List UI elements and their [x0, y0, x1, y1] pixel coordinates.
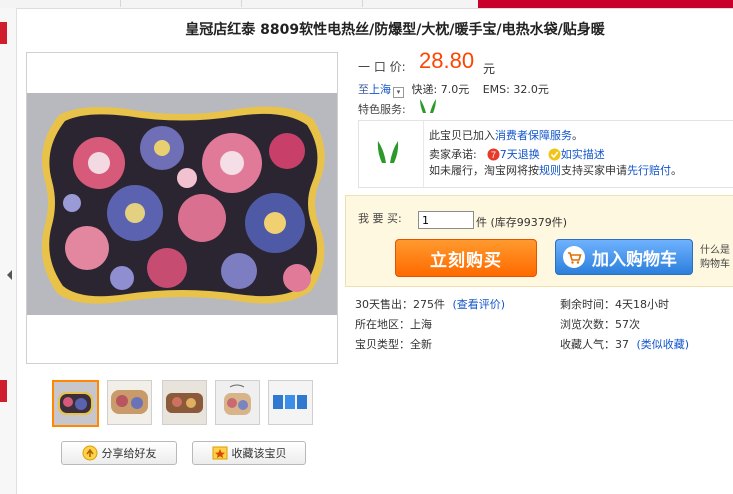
thumbnail-image: [163, 381, 206, 424]
top-nav-tab[interactable]: [0, 0, 121, 7]
shipping-row: 至上海 ▾ 快递: 7.0元 EMS: 32.0元: [358, 81, 549, 98]
view-count: 浏览次数：57次: [560, 318, 640, 331]
return-7days-icon: 7: [487, 148, 500, 160]
favorite-count: 收藏人气：37: [560, 338, 629, 351]
thumbnail-image: [54, 382, 97, 425]
thumbnail-1[interactable]: [52, 380, 99, 427]
thumbnail-image: [216, 381, 259, 424]
guarantee-line-3: 如未履行，淘宝网将按规则支持买家申请先行赔付。: [429, 162, 682, 178]
ems-fee: EMS: 32.0元: [482, 83, 549, 96]
main-product-image[interactable]: [26, 52, 338, 364]
guarantee-box: 此宝贝已加入消费者保障服务。 卖家承诺: 7 7天退换 如实描述 如未履行，淘宝…: [358, 120, 733, 188]
price-value: 28.80: [419, 48, 475, 73]
guarantee-text: 支持买家申请: [561, 164, 627, 177]
collapse-arrow-icon[interactable]: [7, 270, 12, 280]
thumbnail-2[interactable]: [107, 380, 152, 425]
advance-compensation-link[interactable]: 先行赔付: [627, 164, 671, 177]
buy-now-button[interactable]: 立刻购买: [395, 239, 537, 277]
quantity-label: 我 要 买:: [358, 212, 402, 225]
promise-label: 卖家承诺:: [429, 148, 477, 161]
favorite-stats: 收藏人气：37 (类似收藏): [560, 336, 689, 352]
quantity-input[interactable]: [418, 211, 474, 229]
favorite-button[interactable]: 收藏该宝贝: [192, 441, 306, 465]
guarantee-text: 如未履行，淘宝网将按: [429, 164, 539, 177]
top-nav-tab[interactable]: [363, 0, 479, 7]
product-title: 皇冠店红泰 8809软性电热丝/防爆型/大枕/暖手宝/电热水袋/贴身暖: [185, 22, 605, 38]
shipping-location-select[interactable]: 上海: [369, 83, 391, 96]
what-is-cart-text: 购物车: [700, 259, 730, 270]
accurate-description-icon: [548, 148, 561, 160]
stats-sold: 30天售出：275件 (查看评价): [355, 296, 505, 312]
svg-text:7: 7: [491, 150, 496, 160]
thumbnail-image: [269, 381, 312, 424]
consumer-protection-link[interactable]: 消费者保障服务: [495, 129, 572, 142]
dropdown-icon[interactable]: ▾: [393, 87, 404, 98]
region: 所在地区：上海: [355, 318, 432, 331]
thumbnail-5[interactable]: [268, 380, 313, 425]
accurate-description-link[interactable]: 如实描述: [561, 146, 605, 162]
top-nav-active-tab[interactable]: [478, 0, 733, 8]
quantity-unit: 件: [476, 216, 487, 229]
what-is-cart-text: 什么是: [700, 245, 730, 256]
top-nav-tab[interactable]: [242, 0, 363, 7]
cart-icon: [563, 246, 585, 268]
share-button[interactable]: 分享给好友: [61, 441, 177, 465]
similar-favorites-link[interactable]: (类似收藏): [637, 338, 690, 351]
top-nav-tab[interactable]: [121, 0, 242, 7]
rules-link[interactable]: 规则: [539, 164, 561, 177]
favorite-icon: [212, 446, 227, 460]
price-unit: 元: [483, 62, 496, 76]
shipping-to-label: 至: [358, 83, 369, 96]
express-fee: 快递: 7.0元: [411, 83, 470, 96]
guarantee-text: 此宝贝已加入: [429, 129, 495, 142]
features-label: 特色服务:: [358, 103, 406, 116]
favorite-label: 收藏该宝贝: [231, 447, 287, 460]
view-reviews-link[interactable]: (查看评价): [453, 298, 506, 311]
item-type: 宝贝类型：全新: [355, 338, 432, 351]
add-to-cart-button[interactable]: 加入购物车: [555, 239, 693, 275]
share-label: 分享给好友: [101, 447, 157, 460]
sold-count: 30天售出：275件: [355, 298, 445, 311]
hot-water-bag-photo: [27, 53, 337, 363]
share-icon: [82, 445, 97, 461]
add-to-cart-label: 加入购物车: [592, 249, 677, 270]
divider: [423, 121, 424, 187]
thumbnail-3[interactable]: [162, 380, 207, 425]
guarantee-text: 。: [572, 129, 583, 142]
price-label: 一 口 价:: [358, 60, 406, 74]
stock-info: 件 (库存99379件): [476, 214, 567, 230]
thumbnail-image: [108, 381, 151, 424]
guarantee-line-2: 卖家承诺: 7 7天退换 如实描述: [429, 146, 605, 162]
guarantee-hands-icon: [377, 141, 399, 163]
return-7days-link[interactable]: 7天退换: [500, 146, 540, 162]
top-nav-strip: [0, 0, 733, 9]
left-side-panel: [0, 8, 17, 494]
guarantee-line-1: 此宝贝已加入消费者保障服务。: [429, 127, 583, 143]
time-left: 剩余时间：4天18小时: [560, 298, 669, 311]
thumbnail-4[interactable]: [215, 380, 260, 425]
side-marker: [0, 380, 7, 402]
guarantee-text: 。: [671, 164, 682, 177]
consumer-protection-icon[interactable]: [418, 97, 438, 115]
what-is-cart-link[interactable]: 什么是 购物车: [700, 244, 730, 272]
stock-count: (库存99379件): [490, 216, 568, 229]
